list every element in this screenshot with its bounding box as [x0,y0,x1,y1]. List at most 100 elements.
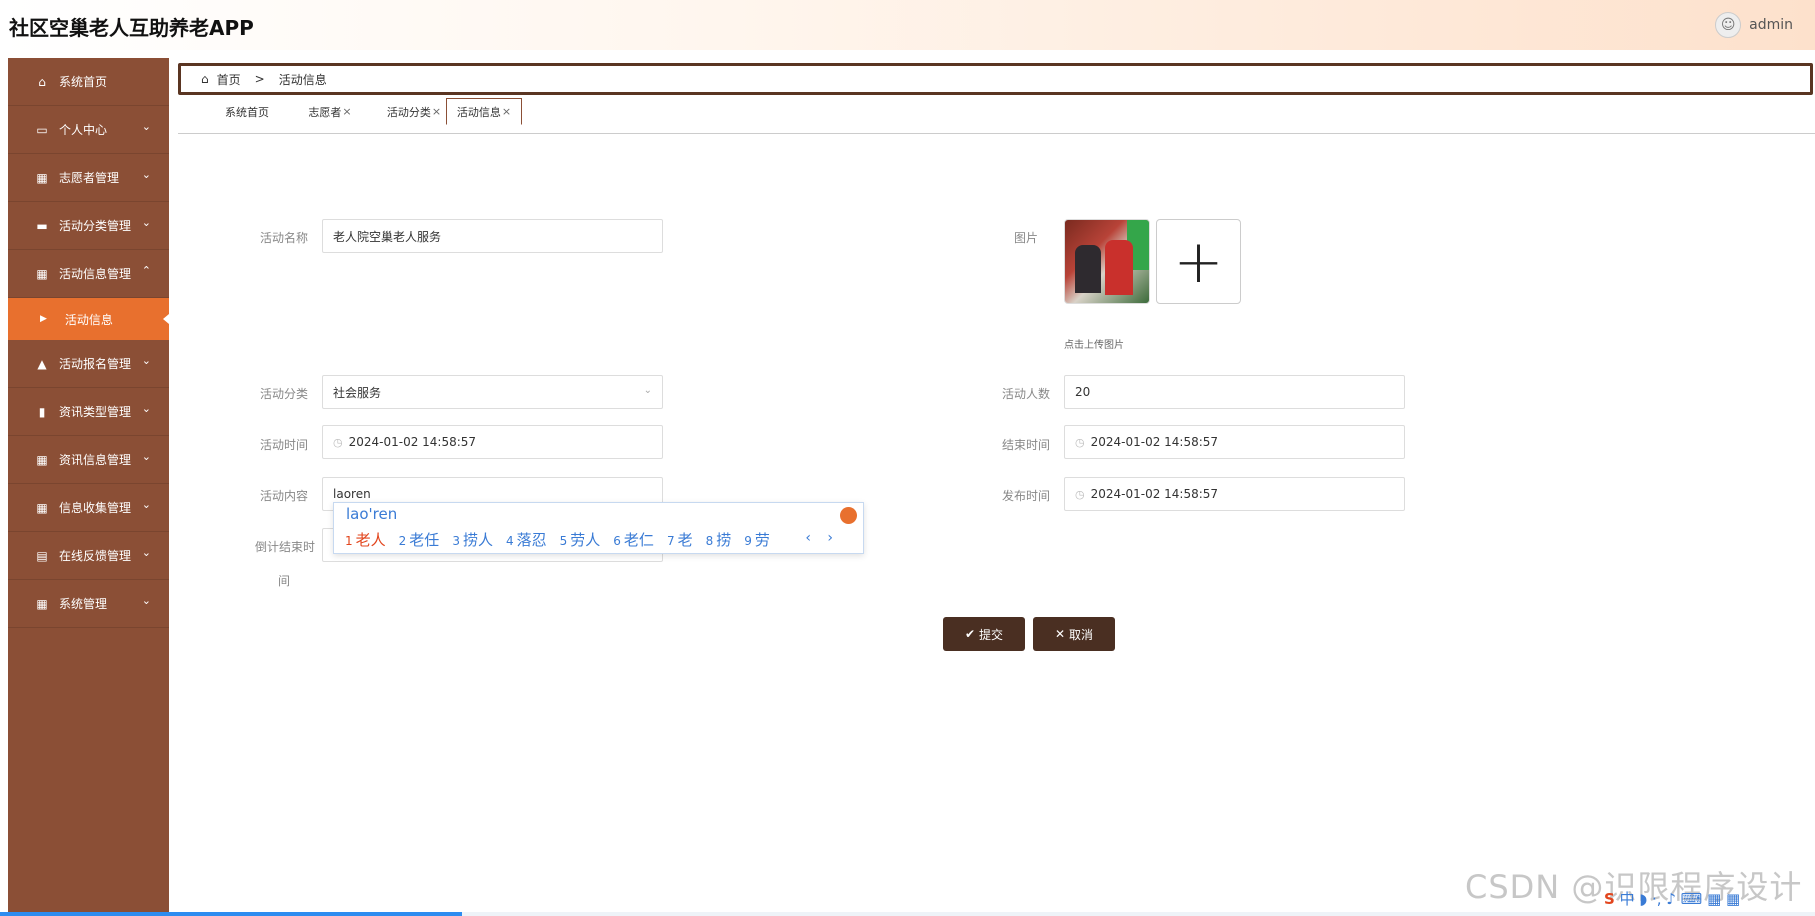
ime-candidate[interactable]: 6 老仁 [613,529,654,550]
sidebar-item-signup[interactable]: ▲ 活动报名管理 ⌄ [8,340,169,388]
breadcrumb: ⌂ 首页 > 活动信息 [178,63,1813,95]
ime-candidates: 1 老人 2 老任 3 捞人 4 落忍 5 劳人 6 老仁 7老 8捞 9劳 [345,529,770,550]
activity-count-input[interactable]: 20 [1064,375,1405,409]
tab-volunteer[interactable]: 志愿者 × [293,98,367,125]
grid-icon: ▦ [36,266,48,281]
sidebar-item-activity-info[interactable]: ▦ 活动信息管理 ⌃ [8,250,169,298]
ime-candidate[interactable]: 8捞 [706,529,732,550]
activity-end-picker[interactable]: ◷ 2024-01-02 14:58:57 [1064,425,1405,459]
sidebar-subitem-activity-info[interactable]: ▶ 活动信息 [8,298,169,340]
home-icon[interactable]: ⌂ [201,72,209,86]
grid-icon: ▦ [36,452,48,467]
ime-candidate[interactable]: 1 老人 [345,529,386,550]
ime-tray[interactable]: S 中 ◗ ·, ♪ ⌨ ▦ ▦ [1604,888,1740,909]
active-notch [163,314,169,324]
ime-candidate[interactable]: 9劳 [744,529,770,550]
clock-icon: ◷ [1075,487,1085,501]
clock-icon: ◷ [1075,435,1085,449]
ime-logo-icon[interactable] [840,507,857,524]
username[interactable]: admin [1749,17,1793,33]
close-icon: ✕ [1054,627,1066,641]
tab-label: 活动分类 [386,105,431,119]
app-title: 社区空巢老人互助养老APP [9,16,254,40]
publish-time-picker[interactable]: ◷ 2024-01-02 14:58:57 [1064,477,1405,511]
submit-label: 提交 [979,627,1004,642]
sidebar-item-label: 信息收集管理 [59,501,132,515]
breadcrumb-home[interactable]: 首页 [217,71,241,88]
sidebar: ⌂ 系统首页 ▭ 个人中心 ⌄ ▦ 志愿者管理 ⌄ ▬ 活动分类管理 ⌄ ▦ 活… [8,58,169,916]
sidebar-item-label: 资讯信息管理 [59,453,132,467]
tab-label: 志愿者 [308,105,342,119]
upload-hint: 点击上传图片 [1064,340,1124,351]
ime-candidate[interactable]: 4 落忍 [506,529,547,550]
sidebar-item-news-info[interactable]: ▦ 资讯信息管理 ⌄ [8,436,169,484]
activity-count-value: 20 [1075,385,1091,399]
bar-chart-icon: ▮ [38,404,46,419]
clipboard-icon: ▤ [36,548,48,563]
sidebar-item-activity-category[interactable]: ▬ 活动分类管理 ⌄ [8,202,169,250]
activity-name-value: 老人院空巢老人服务 [333,229,442,244]
clock-icon: ◷ [333,435,343,449]
plus-icon: + [1173,226,1224,297]
sidebar-item-info-collect[interactable]: ▦ 信息收集管理 ⌄ [8,484,169,532]
upload-button[interactable]: + [1156,219,1241,304]
sidebar-item-volunteer[interactable]: ▦ 志愿者管理 ⌄ [8,154,169,202]
tab-activity-info[interactable]: 活动信息 × [446,98,522,125]
ime-candidate[interactable]: 7老 [667,529,693,550]
app-header: 社区空巢老人互助养老APP ☺ admin [0,0,1815,50]
countdown-label-cont: 间 [277,574,290,588]
sidebar-item-feedback[interactable]: ▤ 在线反馈管理 ⌄ [8,532,169,580]
chevron-down-icon: ⌄ [141,216,151,229]
caret-right-icon: ▶ [40,314,47,324]
sidebar-item-label: 活动报名管理 [59,357,132,371]
chevron-down-icon: ⌄ [141,120,151,133]
sidebar-item-personal[interactable]: ▭ 个人中心 ⌄ [8,106,169,154]
grid-icon: ▦ [36,170,48,185]
activity-image[interactable] [1064,219,1150,304]
avatar-icon[interactable]: ☺ [1715,12,1742,38]
sidebar-item-system[interactable]: ▦ 系统管理 ⌄ [8,580,169,628]
image-label: 图片 [1013,231,1038,245]
ime-candidate[interactable]: 5 劳人 [560,529,601,550]
calendar-icon: ▭ [36,122,48,137]
sidebar-item-label: 志愿者管理 [59,171,120,185]
sidebar-item-home[interactable]: ⌂ 系统首页 [8,58,169,106]
activity-name-label: 活动名称 [259,231,308,245]
activity-content-label: 活动内容 [259,489,308,503]
submit-button[interactable]: ✔ 提交 [943,617,1025,651]
activity-category-select[interactable]: 社会服务 ⌄ [322,375,663,409]
tab-home[interactable]: 系统首页 [212,98,282,125]
check-icon: ✔ [964,627,976,641]
activity-category-label: 活动分类 [259,387,308,401]
sidebar-item-label: 系统首页 [59,75,108,89]
close-icon[interactable]: × [432,105,441,118]
ime-candidate[interactable]: 2 老任 [399,529,440,550]
sidebar-item-label: 资讯类型管理 [59,405,132,419]
monitor-icon: ▬ [36,218,48,233]
activity-start-value: 2024-01-02 14:58:57 [348,435,477,449]
image-person [1105,240,1133,295]
ime-pager[interactable]: ‹ › [805,530,839,546]
thumb-icon: ▲ [37,356,47,371]
activity-count-label: 活动人数 [1001,387,1050,401]
breadcrumb-separator: > [254,72,265,86]
activity-start-picker[interactable]: ◷ 2024-01-02 14:58:57 [322,425,663,459]
close-icon[interactable]: × [502,105,511,118]
chevron-down-icon: ⌄ [141,354,151,367]
activity-content-value: laoren [333,487,371,501]
grid-icon: ▦ [36,500,48,515]
scrollbar-thumb[interactable] [0,912,462,916]
chevron-down-icon: ⌄ [141,546,151,559]
sidebar-item-label: 个人中心 [59,123,108,137]
publish-time-label: 发布时间 [1001,489,1050,503]
ime-candidate[interactable]: 3 捞人 [452,529,493,550]
user-menu[interactable]: ☺ admin [1715,12,1793,38]
grid-icon: ▦ [36,596,48,611]
close-icon[interactable]: × [342,105,351,118]
activity-name-input[interactable]: 老人院空巢老人服务 [322,219,663,253]
chevron-down-icon: ⌄ [141,498,151,511]
activity-end-value: 2024-01-02 14:58:57 [1090,435,1219,449]
cancel-button[interactable]: ✕ 取消 [1033,617,1115,651]
sidebar-item-news-type[interactable]: ▮ 资讯类型管理 ⌄ [8,388,169,436]
tab-activity-category[interactable]: 活动分类 × [374,98,454,125]
